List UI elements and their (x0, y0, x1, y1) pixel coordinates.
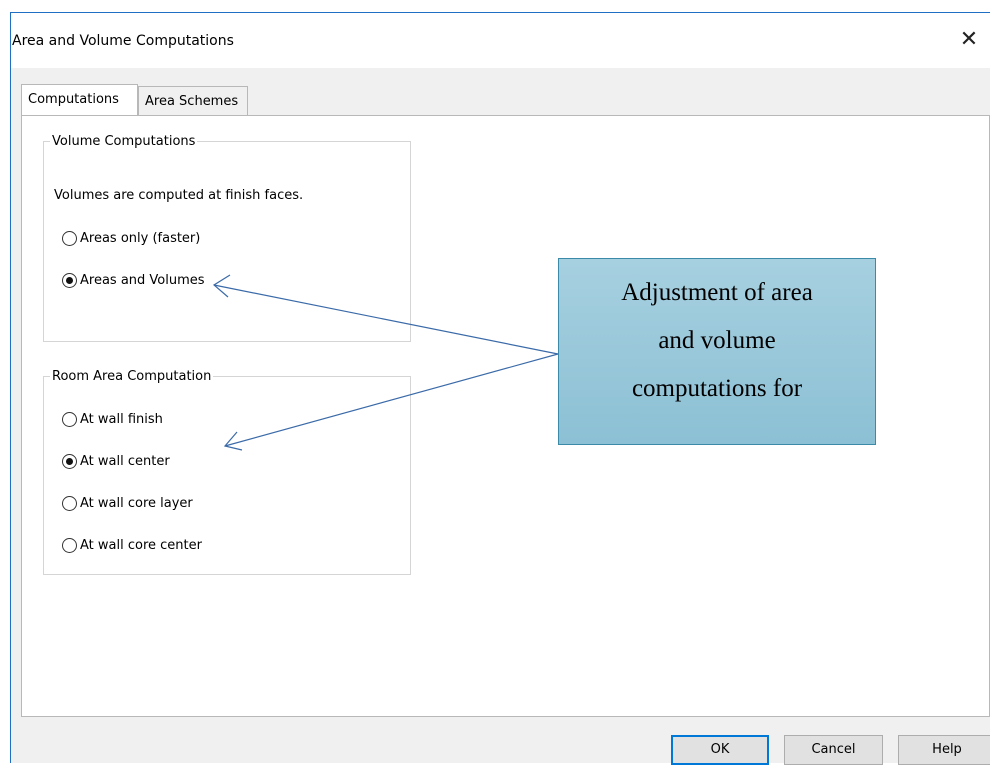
radio-areas-only[interactable]: Areas only (faster) (62, 231, 200, 246)
radio-circle[interactable] (62, 496, 77, 511)
radio-label: Areas only (faster) (80, 231, 201, 246)
radio-label: Areas and Volumes (80, 273, 205, 288)
help-button[interactable]: Help (898, 735, 990, 765)
radio-label: At wall core layer (80, 496, 193, 511)
radio-areas-and-volumes[interactable]: Areas and Volumes (62, 273, 205, 288)
ok-button[interactable]: OK (671, 735, 769, 765)
radio-circle-checked[interactable] (62, 454, 77, 469)
dialog-title: Area and Volume Computations (12, 33, 234, 49)
cancel-button[interactable]: Cancel (784, 735, 883, 765)
radio-label: At wall core center (80, 538, 202, 553)
radio-circle-checked[interactable] (62, 273, 77, 288)
radio-circle[interactable] (62, 231, 77, 246)
tab-computations[interactable]: Computations (21, 84, 138, 115)
callout-line: computations for (631, 375, 803, 402)
radio-circle[interactable] (62, 412, 77, 427)
tab-area-schemes[interactable]: Area Schemes (138, 86, 248, 116)
callout-line: Adjustment of area (621, 279, 813, 306)
radio-circle[interactable] (62, 538, 77, 553)
room-area-computation-legend: Room Area Computation (52, 369, 212, 384)
callout-line: and volume (658, 327, 776, 354)
radio-at-wall-core-center[interactable]: At wall core center (62, 538, 202, 553)
title-bar: Area and Volume Computations ✕ (11, 13, 990, 68)
radio-label: At wall finish (80, 412, 163, 427)
radio-at-wall-center[interactable]: At wall center (62, 454, 170, 469)
annotation-callout: Adjustment of area and volume computatio… (558, 258, 876, 445)
volume-computations-legend: Volume Computations (52, 134, 196, 149)
close-icon[interactable]: ✕ (957, 29, 981, 53)
radio-label: At wall center (80, 454, 170, 469)
radio-at-wall-core-layer[interactable]: At wall core layer (62, 496, 193, 511)
volume-description: Volumes are computed at finish faces. (54, 188, 304, 203)
radio-at-wall-finish[interactable]: At wall finish (62, 412, 163, 427)
